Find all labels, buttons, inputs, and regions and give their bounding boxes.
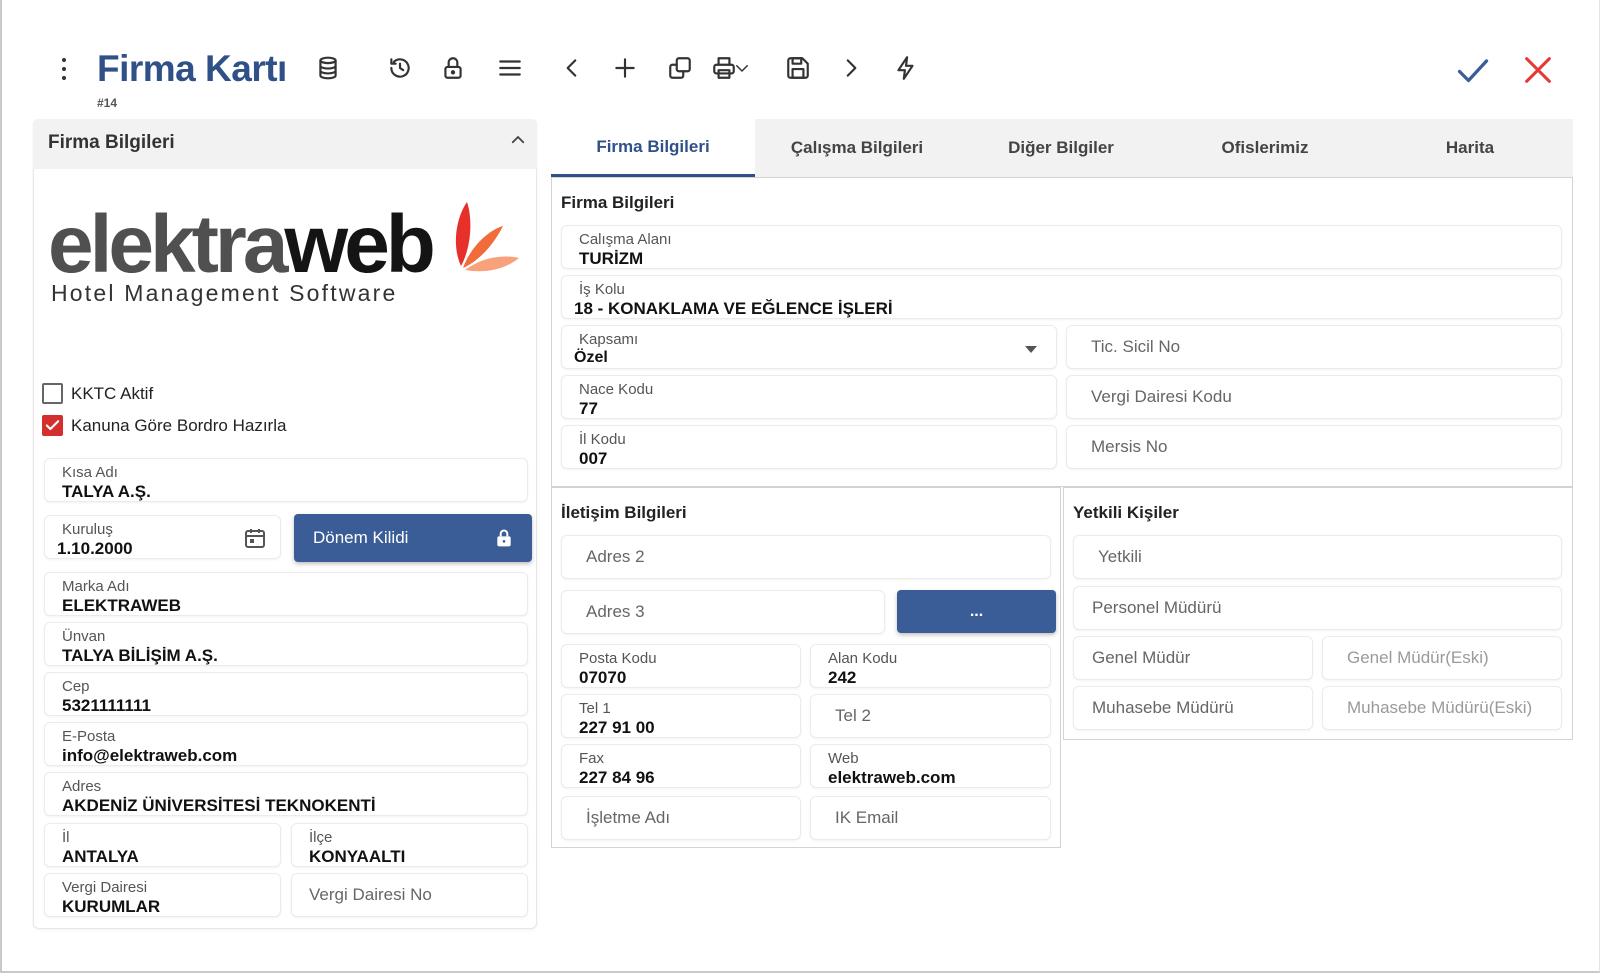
donem-kilidi-label: Dönem Kilidi [313, 528, 409, 547]
tel2-field[interactable]: Tel 2 [810, 694, 1051, 738]
mersis-no-field[interactable]: Mersis No [1066, 425, 1562, 469]
cep-field[interactable]: Cep 5321111111 [44, 672, 528, 716]
page-title: Firma Kartı [97, 48, 287, 89]
eposta-field[interactable]: E-Posta info@elektraweb.com [44, 722, 528, 766]
bordro-hazirla-checkbox[interactable]: Kanuna Göre Bordro Hazırla [42, 415, 286, 436]
checkmark-icon [45, 420, 60, 431]
marka-adi-field[interactable]: Marka Adı ELEKTRAWEB [44, 572, 528, 616]
il-kodu-field[interactable]: İl Kodu 007 [561, 425, 1057, 469]
save-icon[interactable] [780, 50, 816, 86]
genel-mudur-field[interactable]: Genel Müdür [1073, 636, 1313, 680]
logo-wordmark: elektraweb [48, 199, 436, 290]
personel-muduru-field[interactable]: Personel Müdürü [1073, 586, 1562, 630]
web-field[interactable]: Web elektraweb.com [810, 744, 1051, 788]
checkbox-label: Kanuna Göre Bordro Hazırla [71, 415, 287, 435]
is-kolu-field[interactable]: İş Kolu 18 - KONAKLAMA VE EĞLENCE İŞLERİ [561, 275, 1562, 319]
muhasebe-muduru-eski-field[interactable]: Muhasebe Müdürü(Eski) [1322, 686, 1562, 730]
vergi-dairesi-field[interactable]: Vergi Dairesi KURUMLAR [44, 873, 281, 917]
logo-leaf-icon [455, 202, 519, 272]
isletme-adi-field[interactable]: İşletme Adı [561, 796, 801, 840]
calisma-alani-field[interactable]: Calışma Alanı TURİZM [561, 225, 1562, 269]
more-vert-icon[interactable] [54, 56, 74, 82]
yetkili-section-title: Yetkili Kişiler [1073, 503, 1179, 522]
left-panel-title: Firma Bilgileri [48, 132, 175, 153]
tab-harita[interactable]: Harita [1367, 119, 1573, 177]
adres-field[interactable]: Adres AKDENİZ ÜNİVERSİTESİ TEKNOKENTİ [44, 772, 528, 816]
muhasebe-muduru-field[interactable]: Muhasebe Müdürü [1073, 686, 1313, 730]
tab-firma-bilgileri[interactable]: Firma Bilgileri [551, 119, 755, 177]
tab-calisma-bilgileri[interactable]: Çalışma Bilgileri [755, 119, 959, 177]
kktc-aktif-checkbox[interactable]: KKTC Aktif [42, 383, 153, 404]
chevron-down-icon[interactable] [731, 50, 753, 86]
firma-section-title: Firma Bilgileri [561, 193, 675, 212]
tab-bar: Firma Bilgileri Çalışma Bilgileri Diğer … [551, 119, 1573, 177]
iletisim-section-title: İletişim Bilgileri [561, 503, 687, 522]
checkbox-label: KKTC Aktif [71, 383, 154, 403]
yetkili-field[interactable]: Yetkili [1073, 535, 1562, 579]
fax-field[interactable]: Fax 227 84 96 [561, 744, 801, 788]
calendar-icon[interactable] [243, 526, 267, 550]
plus-icon[interactable] [607, 50, 643, 86]
more-address-button[interactable]: ... [897, 590, 1056, 633]
dropdown-arrow-icon[interactable] [1024, 344, 1038, 354]
lock-icon [497, 529, 511, 547]
unvan-field[interactable]: Ünvan TALYA BİLİŞİM A.Ş. [44, 622, 528, 666]
posta-kodu-field[interactable]: Posta Kodu 07070 [561, 644, 801, 688]
kisa-adi-field[interactable]: Kısa Adı TALYA A.Ş. [44, 458, 528, 502]
tab-ofislerimiz[interactable]: Ofislerimiz [1163, 119, 1367, 177]
genel-mudur-eski-field[interactable]: Genel Müdür(Eski) [1322, 636, 1562, 680]
vergi-dairesi-no-field[interactable]: Vergi Dairesi No [291, 873, 528, 917]
donem-kilidi-button[interactable]: Dönem Kilidi [294, 514, 532, 562]
close-icon[interactable] [1518, 50, 1558, 90]
vergi-dairesi-kodu-field[interactable]: Vergi Dairesi Kodu [1066, 375, 1562, 419]
chevron-right-icon[interactable] [833, 50, 869, 86]
alan-kodu-field[interactable]: Alan Kodu 242 [810, 644, 1051, 688]
menu-icon[interactable] [492, 50, 528, 86]
check-icon[interactable] [1453, 50, 1493, 90]
tab-diger-bilgiler[interactable]: Diğer Bilgiler [959, 119, 1163, 177]
ilce-field[interactable]: İlçe KONYAALTI [291, 823, 528, 867]
tic-sicil-no-field[interactable]: Tic. Sicil No [1066, 325, 1562, 369]
copy-icon[interactable] [662, 50, 698, 86]
kurulus-date-field[interactable]: Kuruluş 1.10.2000 [44, 515, 281, 559]
ik-email-field[interactable]: IK Email [810, 796, 1051, 840]
history-icon[interactable] [382, 50, 418, 86]
logo-tagline: Hotel Management Software [51, 280, 398, 306]
chevron-up-icon[interactable] [508, 130, 528, 150]
lock-icon[interactable] [435, 50, 471, 86]
record-id: #14 [97, 96, 118, 110]
adres3-field[interactable]: Adres 3 [561, 590, 885, 634]
kapsami-select[interactable]: Kapsamı Özel [561, 325, 1057, 369]
adres2-field[interactable]: Adres 2 [561, 535, 1051, 579]
chevron-left-icon[interactable] [554, 50, 590, 86]
il-field[interactable]: İl ANTALYA [44, 823, 281, 867]
checkbox-box[interactable] [42, 415, 63, 436]
company-logo: elektraweb Hotel Management Software [48, 200, 528, 320]
checkbox-box[interactable] [42, 383, 63, 404]
database-icon[interactable] [310, 50, 346, 86]
tel1-field[interactable]: Tel 1 227 91 00 [561, 694, 801, 738]
nace-kodu-field[interactable]: Nace Kodu 77 [561, 375, 1057, 419]
flash-icon[interactable] [888, 50, 924, 86]
app-window: Firma Kartı #14 Firma Bilgileri elektraw… [0, 0, 1600, 973]
